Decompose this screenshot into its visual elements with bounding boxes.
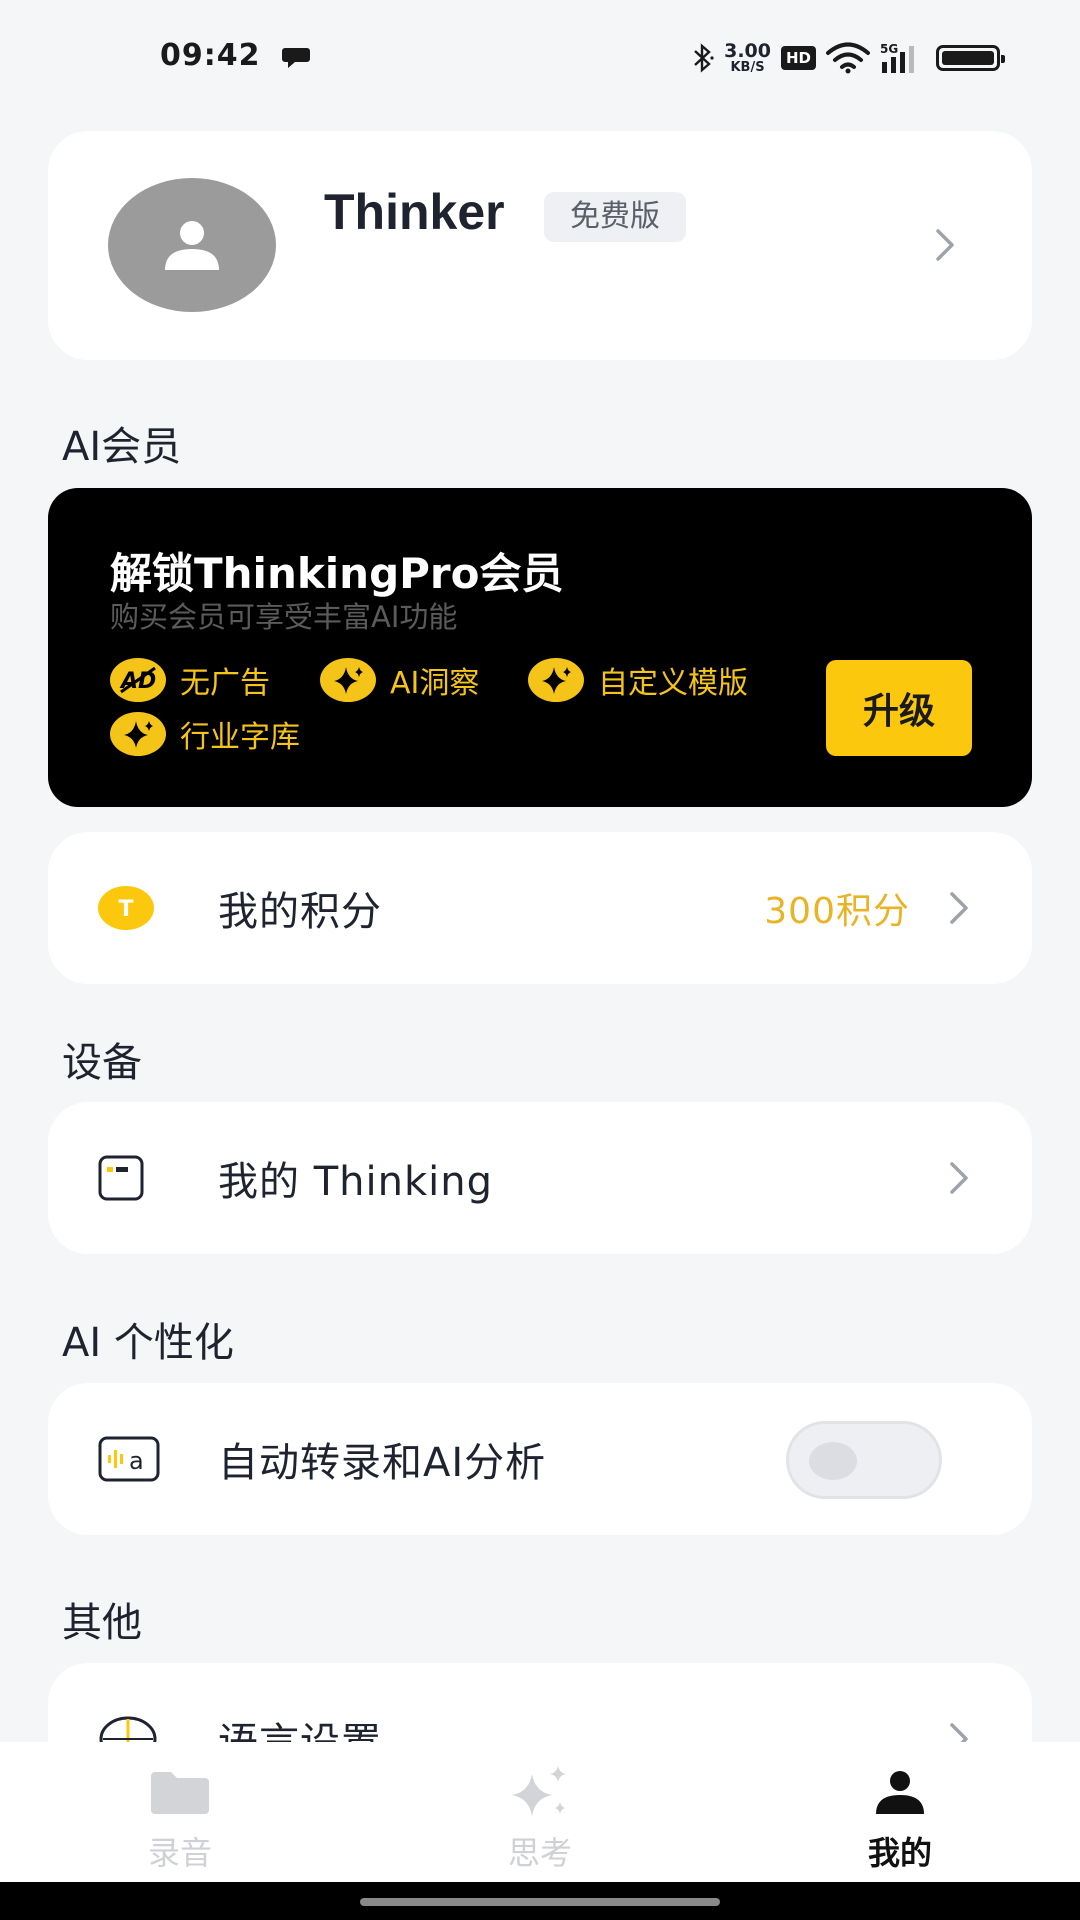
home-indicator[interactable]: [360, 1898, 720, 1906]
upgrade-button[interactable]: 升级: [826, 660, 972, 756]
device-row[interactable]: 我的 Thinking: [48, 1102, 1032, 1254]
bottom-nav: 录音 思考 我的: [0, 1742, 1080, 1882]
transcribe-ai-icon: a: [98, 1436, 160, 1482]
nav-label-recordings: 录音: [147, 1834, 212, 1872]
network-speed: 3.00 KB/S: [724, 40, 771, 75]
membership-subtitle: 购买会员可享受丰富AI功能: [110, 600, 458, 634]
points-label: 我的积分: [218, 889, 382, 935]
battery-icon: [936, 45, 1005, 71]
person-icon: [165, 221, 219, 270]
status-indicators: 3.00 KB/S HD 5G: [692, 38, 1005, 78]
chevron-right-icon: [950, 892, 968, 924]
feature-ai-insight: AI洞察: [320, 658, 479, 702]
bluetooth-icon: [694, 43, 714, 73]
cellular-5g-icon: 5G: [880, 42, 914, 73]
nav-tab-thinking[interactable]: 思考: [360, 1742, 720, 1882]
sparkle-icon: [508, 1762, 572, 1822]
wifi-icon: [826, 42, 870, 74]
avatar[interactable]: [108, 178, 276, 312]
section-title-ai-member: AI会员: [62, 424, 182, 470]
chevron-right-icon: [936, 229, 954, 261]
membership-card[interactable]: 解锁ThinkingPro会员 购买会员可享受丰富AI功能 AD 无广告 AI洞…: [48, 488, 1032, 807]
person-icon: [874, 1762, 926, 1822]
nav-tab-recordings[interactable]: 录音: [0, 1742, 360, 1882]
auto-transcribe-toggle[interactable]: [786, 1421, 942, 1499]
profile-page: 09:42 3.00 KB/S HD 5G Thinker 免费版 AI会员 解…: [0, 0, 1080, 1920]
chevron-right-icon: [950, 1162, 968, 1194]
section-title-others: 其他: [62, 1600, 142, 1646]
network-type: 5G: [880, 42, 898, 56]
profile-card[interactable]: Thinker 免费版: [48, 131, 1032, 360]
device-label: 我的 Thinking: [218, 1159, 493, 1205]
sparkle-icon: [320, 658, 376, 702]
nav-label-thinking: 思考: [507, 1834, 572, 1872]
nav-label-mine: 我的: [867, 1834, 932, 1872]
sparkle-icon: [528, 658, 584, 702]
device-icon: [98, 1155, 144, 1201]
section-title-ai-personalization: AI 个性化: [62, 1320, 234, 1366]
no-ads-icon: AD: [110, 658, 166, 702]
points-row[interactable]: T 我的积分 300积分: [48, 832, 1032, 984]
sparkle-icon: [110, 712, 166, 756]
hd-badge: HD: [780, 46, 816, 70]
section-title-devices: 设备: [62, 1040, 142, 1086]
feature-no-ads: AD 无广告: [110, 658, 270, 702]
auto-transcribe-row: a 自动转录和AI分析: [48, 1383, 1032, 1535]
status-bar: 09:42 3.00 KB/S HD 5G: [0, 0, 1080, 114]
plan-badge: 免费版: [544, 192, 686, 242]
toggle-knob: [809, 1442, 857, 1480]
points-coin-icon: T: [98, 886, 154, 930]
points-value: 300积分: [764, 891, 910, 932]
auto-transcribe-label: 自动转录和AI分析: [218, 1440, 547, 1486]
nav-tab-mine[interactable]: 我的: [720, 1742, 1080, 1882]
membership-title: 解锁ThinkingPro会员: [110, 549, 564, 598]
folder-icon: [149, 1762, 211, 1822]
svg-text:a: a: [129, 1447, 144, 1475]
feature-industry-vocabulary: 行业字库: [110, 712, 300, 756]
feature-custom-template: 自定义模版: [528, 658, 748, 702]
status-time: 09:42: [160, 38, 261, 73]
system-navigation-area: [0, 1882, 1080, 1920]
chat-notification-icon: [282, 48, 310, 68]
points-coin-letter: T: [118, 897, 133, 922]
user-name: Thinker: [324, 184, 505, 240]
